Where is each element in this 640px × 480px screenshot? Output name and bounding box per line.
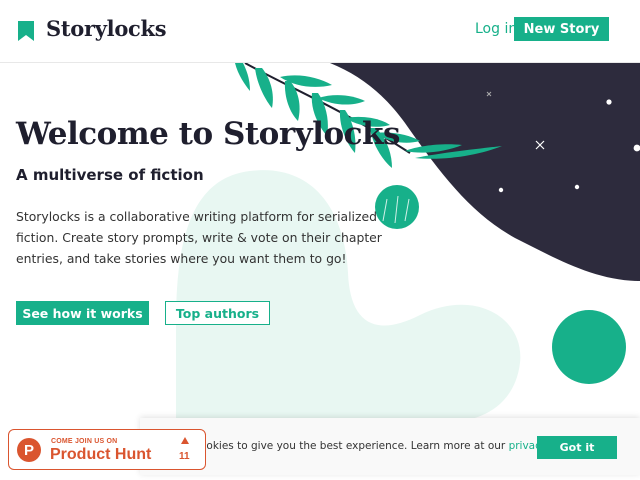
login-link[interactable]: Log in — [475, 21, 517, 37]
hero-description: Storylocks is a collaborative writing pl… — [16, 209, 382, 266]
cookie-banner: ookies to give you the best experience. … — [140, 418, 640, 475]
site-header: Storylocks Log in New Story — [0, 0, 640, 63]
product-hunt-logo-icon: P — [17, 438, 41, 462]
star-icon — [606, 99, 612, 105]
got-it-button[interactable]: Got it — [537, 436, 617, 459]
decorative-circle — [552, 310, 626, 384]
upvote-arrow-icon — [181, 437, 189, 444]
logo-text[interactable]: Storylocks — [46, 16, 167, 41]
top-authors-button[interactable]: Top authors — [165, 301, 270, 325]
product-hunt-kicker: COME JOIN US ON — [51, 438, 118, 445]
cookie-message: ookies to give you the best experience. … — [200, 440, 588, 452]
hero-subtitle: A multiverse of fiction — [16, 166, 204, 184]
star-icon — [574, 184, 580, 190]
star-icon — [498, 187, 504, 193]
page-title: Welcome to Storylocks — [16, 116, 400, 152]
product-hunt-name: Product Hunt — [50, 446, 152, 463]
upvote-count: 11 — [179, 451, 190, 462]
new-story-button[interactable]: New Story — [514, 17, 609, 41]
bookmark-icon — [18, 21, 34, 41]
see-how-it-works-button[interactable]: See how it works — [16, 301, 149, 325]
product-hunt-badge[interactable]: P COME JOIN US ON Product Hunt 11 — [8, 429, 206, 470]
